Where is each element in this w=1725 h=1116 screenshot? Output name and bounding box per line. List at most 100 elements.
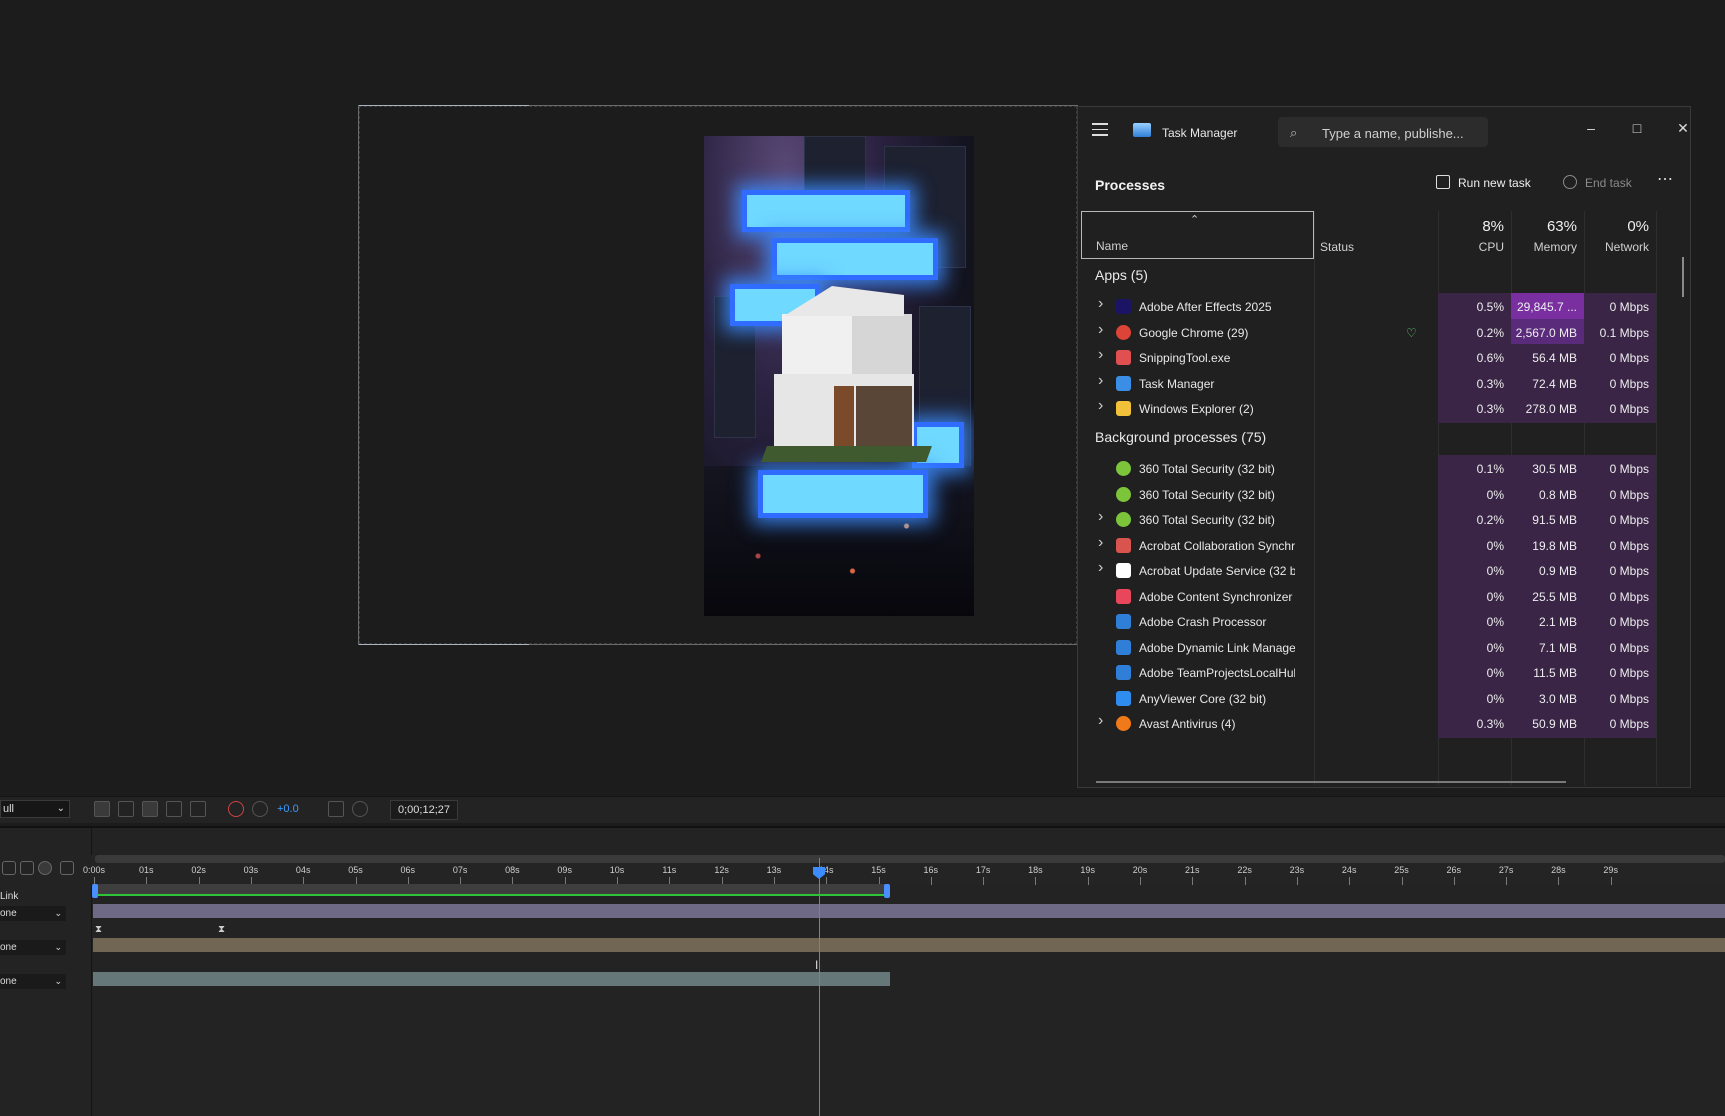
ruler-tick-label: 13s: [766, 865, 782, 875]
table-row[interactable]: › Acrobat Collaboration Synchr... 0% 19.8 M…: [1078, 531, 1678, 560]
fast-previews-icon[interactable]: [94, 801, 110, 817]
frame-highlight-bottom: [359, 644, 529, 645]
table-row[interactable]: 360 Total Security (32 bit) 0.1% 30.5 MB 0 …: [1078, 455, 1678, 483]
parent-dropdown[interactable]: one ⌄: [0, 940, 66, 955]
column-header-status[interactable]: Status: [1314, 211, 1438, 259]
region-of-interest-icon[interactable]: [166, 801, 182, 817]
chevron-right-icon[interactable]: ›: [1098, 321, 1103, 339]
process-cpu: 0.2%: [1438, 318, 1511, 347]
mask-visibility-icon[interactable]: [142, 801, 158, 817]
search-input[interactable]: [1320, 123, 1484, 143]
grid-guides-icon[interactable]: [190, 801, 206, 817]
column-header-name[interactable]: ⌃ Name: [1081, 211, 1314, 259]
keyframe-icon[interactable]: ⧗: [218, 924, 225, 935]
table-row[interactable]: › Windows Explorer (2) 0.3% 278.0 MB 0 Mbps: [1078, 395, 1678, 423]
process-list[interactable]: Apps (5) › Adobe After Effects 2025 0.5% 29,…: [1078, 259, 1690, 779]
table-row[interactable]: Adobe Content Synchronizer (... 0% 25.5 MB…: [1078, 582, 1678, 611]
vertical-scrollbar[interactable]: [1682, 257, 1684, 297]
table-row[interactable]: › Google Chrome (29) ♡ 0.2% 2,567.0 MB 0.1 Mb…: [1078, 318, 1678, 347]
ruler-tick-label: 0:00s: [82, 865, 106, 875]
process-name: Task Manager: [1139, 376, 1215, 391]
more-options-icon[interactable]: ⋯: [1657, 169, 1674, 189]
process-name: Acrobat Update Service (32 bit): [1139, 564, 1295, 578]
chevron-right-icon[interactable]: ›: [1098, 534, 1103, 552]
snapshot-camera-icon[interactable]: [328, 801, 344, 817]
column-header-network[interactable]: 0% Network: [1584, 211, 1656, 259]
table-row[interactable]: Adobe Crash Processor 0% 2.1 MB 0 Mbps: [1078, 608, 1678, 636]
column-header-cpu[interactable]: 8% CPU: [1438, 211, 1511, 259]
ruler-tick-label: 02s: [191, 865, 206, 875]
process-cpu: 0.3%: [1438, 710, 1511, 738]
process-cpu: 0.2%: [1438, 506, 1511, 534]
house-wall: [782, 314, 852, 374]
color-channels-icon[interactable]: [228, 801, 244, 817]
motion-blur-icon[interactable]: [38, 861, 52, 875]
parent-dropdown[interactable]: one ⌄: [0, 974, 66, 989]
table-row[interactable]: › SnippingTool.exe 0.6% 56.4 MB 0 Mbps: [1078, 344, 1678, 372]
process-cpu: 0.6%: [1438, 344, 1511, 372]
table-row[interactable]: › Adobe After Effects 2025 0.5% 29,845.7 ..…: [1078, 293, 1678, 321]
window-icon: [1116, 639, 1131, 655]
chevron-right-icon[interactable]: ›: [1098, 295, 1103, 313]
process-network: 0 Mbps: [1584, 557, 1656, 585]
chevron-right-icon[interactable]: ›: [1098, 559, 1103, 577]
table-row[interactable]: 360 Total Security (32 bit) 0% 0.8 MB 0 Mbp…: [1078, 480, 1678, 509]
work-area-start-handle[interactable]: [92, 884, 98, 898]
time-navigator-bar[interactable]: [95, 855, 1725, 863]
chevron-right-icon[interactable]: ›: [1098, 712, 1103, 730]
layer-duration-bar[interactable]: [93, 904, 1725, 918]
maximize-button[interactable]: □: [1622, 115, 1652, 141]
table-row[interactable]: › Task Manager 0.3% 72.4 MB 0 Mbps: [1078, 369, 1678, 398]
transparency-grid-icon[interactable]: [118, 801, 134, 817]
layer-duration-bar[interactable]: [93, 938, 1725, 952]
horizontal-scrollbar[interactable]: [1096, 781, 1566, 783]
table-row[interactable]: Adobe Dynamic Link Manager... 0% 7.1 MB 0 M…: [1078, 633, 1678, 662]
chevron-right-icon[interactable]: ›: [1098, 346, 1103, 364]
chevron-right-icon[interactable]: ›: [1098, 397, 1103, 415]
task-manager-window[interactable]: Task Manager ⌕ – □ ✕ Processes Run new t…: [1077, 106, 1691, 788]
table-row[interactable]: › Acrobat Update Service (32 bit) 0% 0.9 MB…: [1078, 557, 1678, 585]
ruler-tick: [1244, 877, 1246, 885]
timeline-panel[interactable]: Link one ⌄ one ⌄ one ⌄ 0:00s 01s 02s 03s 04s 05s…: [0, 826, 1725, 1116]
process-name: SnippingTool.exe: [1139, 351, 1231, 365]
draft-3d-icon[interactable]: [2, 861, 16, 875]
process-name: Windows Explorer (2): [1139, 402, 1254, 416]
column-header-memory[interactable]: 63% Memory: [1511, 211, 1584, 259]
exposure-value[interactable]: +0.0: [277, 803, 299, 815]
end-task-button[interactable]: End task: [1563, 175, 1632, 190]
process-name: 360 Total Security (32 bit): [1139, 487, 1275, 502]
show-snapshot-icon[interactable]: [352, 801, 368, 817]
close-button[interactable]: ✕: [1668, 115, 1690, 141]
work-area-end-handle[interactable]: [884, 884, 890, 898]
process-network: 0 Mbps: [1584, 455, 1656, 483]
ruler-tick-label: 21s: [1185, 865, 1200, 875]
chevron-down-icon: ⌄: [54, 976, 62, 986]
process-cpu: 0%: [1438, 684, 1511, 713]
ruler-tick-label: 17s: [975, 865, 991, 875]
reset-exposure-icon[interactable]: [252, 801, 268, 817]
resolution-dropdown[interactable]: ull ⌄: [0, 800, 70, 818]
task-manager-titlebar[interactable]: Task Manager ⌕ – □ ✕: [1078, 107, 1690, 155]
process-network: 0 Mbps: [1584, 633, 1656, 662]
keyframe-icon[interactable]: ⧗: [95, 924, 102, 935]
search-box[interactable]: ⌕: [1278, 117, 1488, 147]
frame-blending-icon[interactable]: [20, 861, 34, 875]
hamburger-menu-icon[interactable]: [1092, 123, 1108, 136]
table-row[interactable]: AnyViewer Core (32 bit) 0% 3.0 MB 0 Mbps: [1078, 684, 1678, 713]
work-area-bar[interactable]: [93, 884, 888, 896]
layer-duration-bar[interactable]: [93, 972, 890, 986]
parent-dropdown[interactable]: one ⌄: [0, 906, 66, 921]
process-cpu: 0%: [1438, 557, 1511, 585]
table-row[interactable]: › 360 Total Security (32 bit) 0.2% 91.5 MB 0…: [1078, 506, 1678, 534]
table-row[interactable]: Adobe TeamProjectsLocalHub... 0% 11.5 MB 0 …: [1078, 659, 1678, 687]
process-cpu: 0%: [1438, 633, 1511, 662]
chevron-right-icon[interactable]: ›: [1098, 508, 1103, 526]
current-time-display[interactable]: 0;00;12;27: [390, 800, 458, 820]
window-icon: [1116, 614, 1131, 629]
graph-editor-icon[interactable]: [60, 861, 74, 875]
minimize-button[interactable]: –: [1576, 115, 1606, 141]
table-row[interactable]: › Avast Antivirus (4) 0.3% 50.9 MB 0 Mbps: [1078, 710, 1678, 738]
chevron-right-icon[interactable]: ›: [1098, 372, 1103, 390]
run-new-task-button[interactable]: Run new task: [1436, 175, 1531, 195]
time-ruler[interactable]: 0:00s 01s 02s 03s 04s 05s 06s 07s 08s 09s 10s 11s 12…: [83, 855, 1725, 885]
